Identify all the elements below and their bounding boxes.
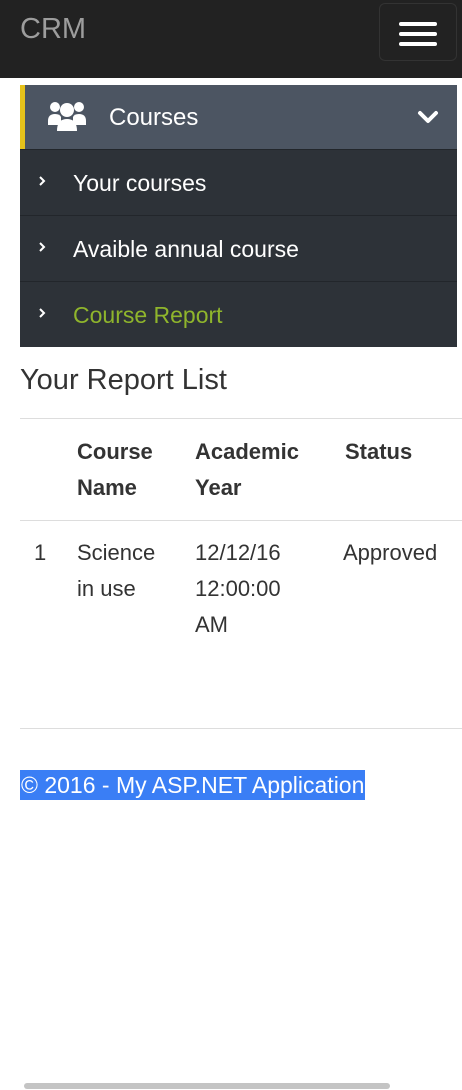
column-header-course-name: Course Name <box>77 439 153 500</box>
menu-item-label: Course Report <box>73 302 223 328</box>
navbar: CRM <box>0 0 462 78</box>
menu-section-label: Courses <box>109 104 199 131</box>
hamburger-icon <box>399 22 437 26</box>
cell-course-name: Science in use <box>77 540 156 601</box>
page-title: Your Report List <box>20 364 227 396</box>
chevron-right-icon <box>39 242 46 252</box>
brand-link[interactable]: CRM <box>20 13 86 46</box>
chevron-down-icon[interactable] <box>417 107 439 127</box>
menu-item-your-courses[interactable]: Your courses <box>20 149 457 215</box>
side-menu: Courses Your courses Avaible annual cour… <box>20 85 457 347</box>
horizontal-scrollbar[interactable] <box>24 1083 390 1089</box>
footer-copyright: © 2016 - My ASP.NET Application <box>20 770 366 800</box>
menu-item-course-report[interactable]: Course Report <box>20 281 457 347</box>
menu-item-label: Avaible annual course <box>73 236 299 262</box>
divider <box>20 418 462 419</box>
hamburger-icon-line <box>399 42 437 46</box>
column-header-academic-year: Academic Year <box>195 439 299 500</box>
chevron-right-icon <box>39 308 46 318</box>
cell-status: Approved <box>343 540 438 565</box>
menu-item-annual-course[interactable]: Avaible annual course <box>20 215 457 281</box>
cell-academic-year: 12/12/16 12:00:00 AM <box>195 540 281 637</box>
users-icon <box>48 102 86 131</box>
row-index: 1 <box>34 540 47 565</box>
navbar-toggle-button[interactable] <box>379 3 457 61</box>
hamburger-icon-line <box>399 32 437 36</box>
column-header-status: Status <box>345 439 413 464</box>
divider <box>20 520 462 521</box>
menu-item-label: Your courses <box>73 170 207 196</box>
menu-section-courses[interactable]: Courses <box>20 85 457 149</box>
chevron-right-icon <box>39 176 46 186</box>
divider <box>20 728 462 729</box>
